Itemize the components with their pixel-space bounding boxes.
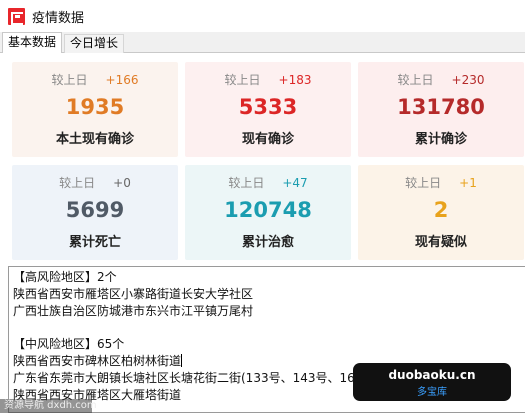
stat-value: 5699: [65, 198, 125, 222]
stat-value: 131780: [397, 95, 485, 119]
text-line: 【高风险地区】2个: [13, 270, 117, 284]
watermark-right: duobaoku.cn 多宝库: [353, 363, 511, 401]
stat-value: 1935: [65, 95, 125, 119]
watermark-name: 多宝库: [417, 387, 447, 398]
text-line: 【中风险地区】65个: [13, 337, 125, 352]
delta-value: +1: [459, 176, 477, 190]
delta-value: +166: [105, 73, 139, 87]
watermark-domain: duobaoku.cn: [388, 368, 476, 382]
stat-label: 累计死亡: [68, 235, 121, 250]
tab-today-growth[interactable]: 今日增长: [64, 34, 125, 53]
compare-label: 较上日: [51, 73, 88, 87]
compare-row: 较上日 +1: [358, 174, 524, 191]
basic-data-panel: 较上日 +166 1935 本土现有确诊 较上日 +183 5333 现有确诊 较上…: [0, 53, 525, 413]
tab-bar: 基本数据 今日增长: [0, 32, 525, 54]
text-caret: [181, 353, 183, 367]
stat-value: 120748: [224, 198, 312, 222]
delta-value: +183: [278, 73, 312, 87]
stat-label: 现有疑似: [414, 235, 467, 250]
compare-row: 较上日 +183: [185, 71, 351, 88]
text-line: [13, 319, 521, 336]
stat-label: 本土现有确诊: [55, 132, 134, 147]
stat-label: 现有确诊: [241, 132, 294, 147]
delta-value: +47: [282, 176, 308, 190]
delta-value: +230: [451, 73, 485, 87]
compare-label: 较上日: [228, 176, 265, 190]
app-logo-icon: [8, 7, 25, 25]
delta-value: +0: [113, 176, 131, 190]
stat-label: 累计确诊: [414, 132, 467, 147]
compare-row: 较上日 +47: [185, 174, 351, 191]
compare-label: 较上日: [224, 73, 261, 87]
compare-label: 较上日: [397, 73, 434, 87]
stat-value: 5333: [238, 95, 298, 119]
compare-row: 较上日 +230: [358, 71, 524, 88]
stat-label: 累计治愈: [241, 235, 294, 250]
card-total-confirmed: 较上日 +230 131780 累计确诊: [358, 62, 524, 157]
text-line: 广西壮族自治区防城港市东兴市江平镇万尾村: [13, 303, 254, 318]
card-local-current-confirmed: 较上日 +166 1935 本土现有确诊: [12, 62, 178, 157]
text-line: 陕西省西安市碑林区柏树林街道: [13, 353, 182, 368]
watermark-left: 资源导航 dxdh.com: [0, 399, 97, 413]
card-total-cured: 较上日 +47 120748 累计治愈: [185, 165, 351, 260]
compare-row: 较上日 +0: [12, 174, 178, 191]
card-total-deaths: 较上日 +0 5699 累计死亡: [12, 165, 178, 260]
title-bar: 疫情数据: [0, 0, 525, 32]
compare-label: 较上日: [405, 176, 442, 190]
text-line: 陕西省西安市雁塔区小寨路街道长安大学社区: [13, 286, 254, 301]
compare-row: 较上日 +166: [12, 71, 178, 88]
tab-basic-data[interactable]: 基本数据: [2, 32, 63, 54]
stat-value: 2: [433, 198, 449, 222]
compare-label: 较上日: [59, 176, 96, 190]
window-title: 疫情数据: [32, 10, 85, 26]
card-current-confirmed: 较上日 +183 5333 现有确诊: [185, 62, 351, 157]
card-current-suspected: 较上日 +1 2 现有疑似: [358, 165, 524, 260]
